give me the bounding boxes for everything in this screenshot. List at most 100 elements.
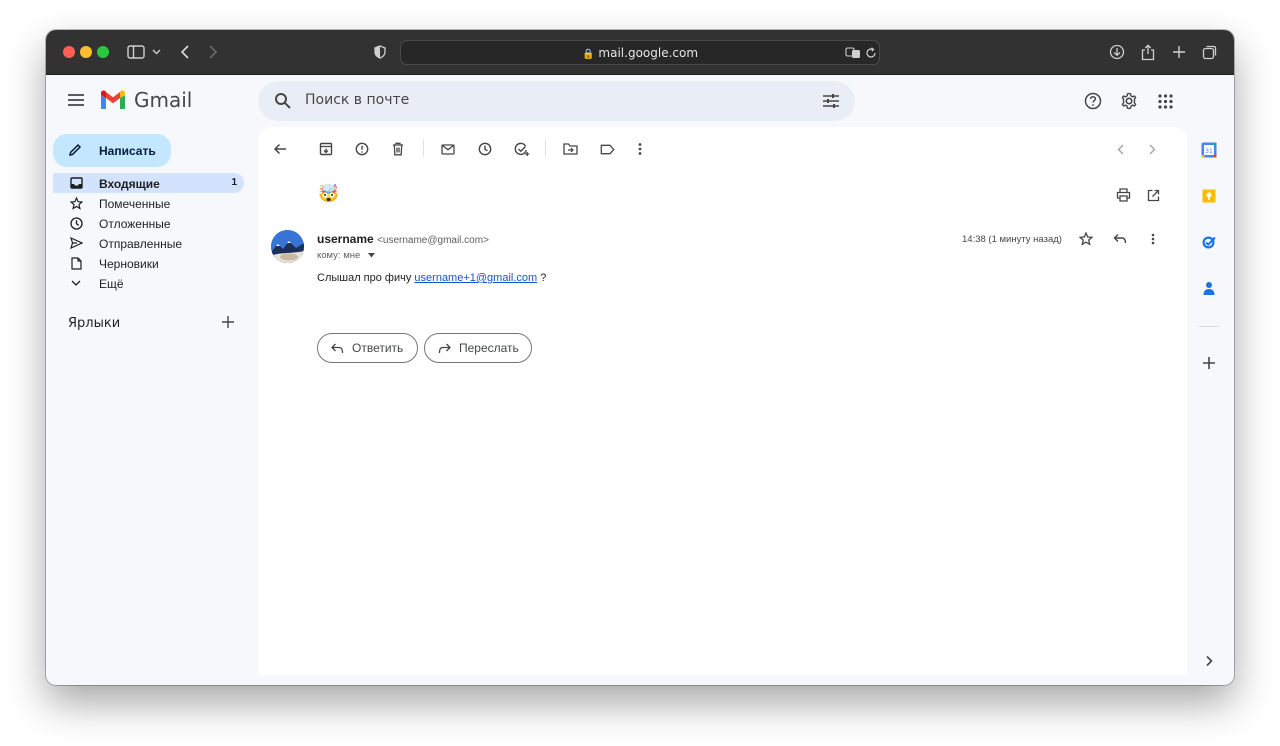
back-to-inbox-icon[interactable] xyxy=(270,139,290,159)
snooze-icon[interactable] xyxy=(475,139,495,159)
url-label: mail.google.com xyxy=(598,46,699,60)
main-menu-icon[interactable] xyxy=(67,93,85,112)
search-bar[interactable]: Поиск в почте xyxy=(258,81,855,121)
more-actions-icon[interactable] xyxy=(630,139,650,159)
tasks-icon[interactable] xyxy=(1201,234,1217,250)
move-to-icon[interactable] xyxy=(560,139,580,159)
contacts-icon[interactable] xyxy=(1201,280,1217,296)
browser-window: 🔒 mail.google.com Gmail Поиск в почте На… xyxy=(46,30,1234,685)
mark-unread-icon[interactable] xyxy=(438,139,458,159)
delete-icon[interactable] xyxy=(388,139,408,159)
add-label-icon[interactable] xyxy=(221,315,235,334)
keep-icon[interactable] xyxy=(1201,188,1217,204)
search-options-icon[interactable] xyxy=(822,93,840,114)
report-spam-icon[interactable] xyxy=(352,139,372,159)
message-body-text: Слышал про фичу xyxy=(317,272,412,284)
svg-text:31: 31 xyxy=(1205,148,1213,155)
labels-heading: Ярлыки xyxy=(68,316,121,331)
draft-icon xyxy=(69,256,83,270)
message-view: 🤯 username <username@gmail.com> кому: мн… xyxy=(258,127,1187,675)
share-icon[interactable] xyxy=(1139,41,1157,63)
toolbar-divider xyxy=(545,139,546,157)
expand-side-panel-icon[interactable] xyxy=(1201,653,1217,669)
email-subject: 🤯 xyxy=(318,184,340,203)
close-window-button[interactable] xyxy=(63,46,75,58)
sidebar-item-sent[interactable]: Отправленные xyxy=(53,233,244,253)
translate-icon[interactable] xyxy=(845,46,861,64)
compose-label: Написать xyxy=(99,144,156,158)
message-more-icon[interactable] xyxy=(1143,229,1163,249)
recipient-line[interactable]: кому: мне xyxy=(317,250,375,261)
get-addons-icon[interactable] xyxy=(1201,355,1217,371)
settings-gear-icon[interactable] xyxy=(1118,90,1140,112)
forward-icon[interactable] xyxy=(205,41,221,63)
message-body: Слышал про фичу username+1@gmail.com ? xyxy=(317,272,546,284)
search-input[interactable]: Поиск в почте xyxy=(305,92,409,108)
reply-button-label: Ответить xyxy=(352,341,404,355)
forward-arrow-icon xyxy=(438,343,451,353)
avatar[interactable] xyxy=(271,230,304,263)
search-icon[interactable] xyxy=(274,92,292,115)
chevron-down-icon[interactable] xyxy=(150,41,162,63)
minimize-window-button[interactable] xyxy=(80,46,92,58)
archive-icon[interactable] xyxy=(316,139,336,159)
gmail-m-icon xyxy=(101,90,125,109)
inbox-icon xyxy=(69,176,83,190)
sender-name[interactable]: username xyxy=(317,232,374,246)
sidebar-item-label: Отложенные xyxy=(99,217,171,231)
message-timestamp: 14:38 (1 минуту назад) xyxy=(962,234,1062,245)
pencil-icon xyxy=(68,143,82,162)
print-icon[interactable] xyxy=(1113,185,1133,205)
forward-button-label: Переслать xyxy=(459,341,519,355)
reply-button[interactable]: Ответить xyxy=(317,333,418,363)
clock-icon xyxy=(69,216,83,230)
chevron-down-icon xyxy=(69,276,83,290)
older-message-icon[interactable] xyxy=(1142,139,1162,159)
browser-toolbar: 🔒 mail.google.com xyxy=(46,30,1234,75)
help-icon[interactable] xyxy=(1082,90,1104,112)
unread-count-badge: 1 xyxy=(231,177,237,188)
send-icon xyxy=(69,236,83,250)
back-icon[interactable] xyxy=(177,41,193,63)
gmail-logo[interactable]: Gmail xyxy=(99,88,192,112)
sidebar-item-inbox[interactable]: Входящие 1 xyxy=(53,173,244,193)
sidebar-item-label: Отправленные xyxy=(99,237,183,251)
sidebar-item-label: Помеченные xyxy=(99,197,171,211)
sidebar-item-starred[interactable]: Помеченные xyxy=(53,193,244,213)
sidebar-item-label: Входящие xyxy=(99,177,160,191)
reload-icon[interactable] xyxy=(865,46,877,64)
sidebar-item-drafts[interactable]: Черновики xyxy=(53,253,244,273)
address-bar-text: 🔒 mail.google.com xyxy=(401,46,879,60)
compose-button[interactable]: Написать xyxy=(53,134,171,167)
zoom-window-button[interactable] xyxy=(97,46,109,58)
label-icon[interactable] xyxy=(597,139,617,159)
privacy-shield-icon[interactable] xyxy=(372,41,388,63)
google-apps-icon[interactable] xyxy=(1154,90,1176,112)
new-tab-icon[interactable] xyxy=(1170,41,1188,63)
lock-icon: 🔒 xyxy=(581,49,595,60)
newer-message-icon[interactable] xyxy=(1110,139,1130,159)
gmail-wordmark: Gmail xyxy=(134,88,193,112)
star-message-icon[interactable] xyxy=(1076,229,1096,249)
add-to-tasks-icon[interactable] xyxy=(512,139,532,159)
reply-icon[interactable] xyxy=(1110,229,1130,249)
sidebar-item-label: Черновики xyxy=(99,257,159,271)
email-link[interactable]: username+1@gmail.com xyxy=(414,272,537,284)
recipient-label: кому: мне xyxy=(317,250,361,262)
toolbar-divider xyxy=(423,139,424,157)
tab-overview-icon[interactable] xyxy=(1201,41,1219,63)
sidebar-toggle-icon[interactable] xyxy=(126,41,146,63)
open-in-new-window-icon[interactable] xyxy=(1143,185,1163,205)
rail-divider xyxy=(1199,326,1219,327)
sidebar-item-snoozed[interactable]: Отложенные xyxy=(53,213,244,233)
calendar-icon[interactable]: 31 xyxy=(1201,142,1217,158)
forward-button[interactable]: Переслать xyxy=(424,333,532,363)
star-icon xyxy=(69,196,83,210)
sidebar-item-more[interactable]: Ещё xyxy=(53,273,244,293)
show-details-icon[interactable] xyxy=(367,250,375,261)
reply-arrow-icon xyxy=(331,343,344,353)
sidebar-item-label: Ещё xyxy=(99,277,124,291)
address-bar[interactable]: 🔒 mail.google.com xyxy=(400,40,880,65)
downloads-icon[interactable] xyxy=(1108,41,1126,63)
message-body-suffix: ? xyxy=(540,272,547,284)
